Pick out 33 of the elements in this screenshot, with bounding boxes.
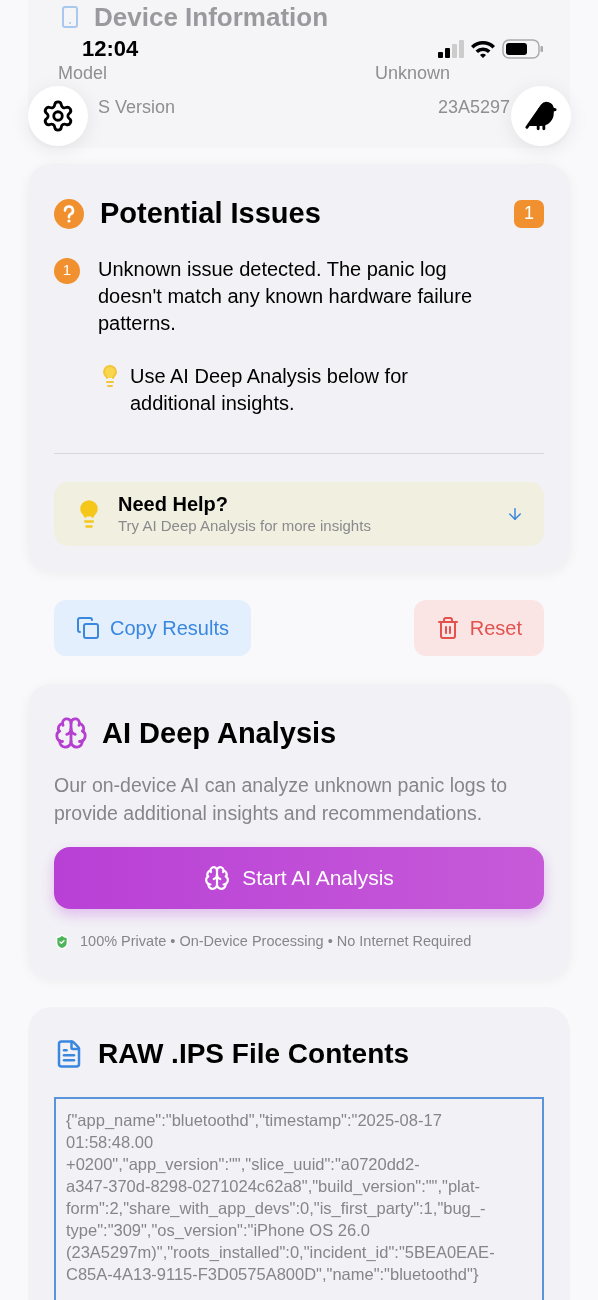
card-title: RAW .IPS File Contents [98, 1036, 410, 1071]
settings-icon [41, 99, 75, 133]
battery-icon [502, 38, 544, 59]
question-icon [54, 198, 84, 229]
reset-button[interactable]: Reset [413, 599, 544, 656]
row-label: S Version [98, 96, 176, 118]
brain-icon [204, 865, 231, 891]
shield-icon [54, 932, 70, 951]
issue-tip: Use AI Deep Analysis below for additional insights. [130, 363, 409, 416]
help-subtitle: Try AI Deep Analysis for more insights [118, 515, 371, 536]
signal-icon [438, 39, 464, 58]
row-value: Unknown [374, 62, 450, 84]
status-time: 12:04 [82, 35, 139, 63]
help-banner[interactable]: Need Help? Try AI Deep Analysis for more insights [54, 481, 544, 546]
copy-icon [76, 615, 100, 640]
help-title: Need Help? [118, 491, 230, 516]
issue-number: 1 [54, 257, 80, 284]
bird-icon [524, 99, 558, 133]
ai-description: Our on-device AI can analyze unknown panic logs to provide additional insights and recommendations. [54, 773, 509, 826]
privacy-note: 100% Private • On-Device Processing • No Internet Required [80, 932, 472, 951]
row-label: Model [58, 62, 108, 84]
copy-results-button[interactable]: Copy Results [54, 599, 251, 656]
wifi-icon [470, 38, 496, 59]
row-value: 23A5297 [437, 96, 510, 118]
trash-icon [435, 615, 460, 640]
issue-count-badge: 1 [514, 199, 544, 228]
start-analysis-button[interactable]: Start AI Analysis [54, 847, 544, 909]
raw-file-text: {"app_name":"bluetoothd","timestamp":"2025-08-17 01:58:48.00 +0200","app_version":"","slice_uuid":"a0720dd2- a347-370d-8298-0271024c62a8","build_version":"","plat- form":2,"share_with_app_devs":0,"is_first_party":1,"bug_- type":"309","os_version":"iPhone OS 26.0 (23A5297m)","roots_installed":0,"incident_id":"5BEA0EAE- C85A-4A13-9115-F3D0575A800D","name":"bluetoothd"} [54, 1096, 544, 1300]
card-title: Device Information [94, 2, 329, 32]
brain-icon [54, 715, 88, 752]
issue-description: Unknown issue detected. The panic log doesn't match any known hardware failure patterns. [98, 256, 474, 336]
card-title: AI Deep Analysis [102, 715, 337, 751]
card-title: Potential Issues [100, 196, 321, 231]
